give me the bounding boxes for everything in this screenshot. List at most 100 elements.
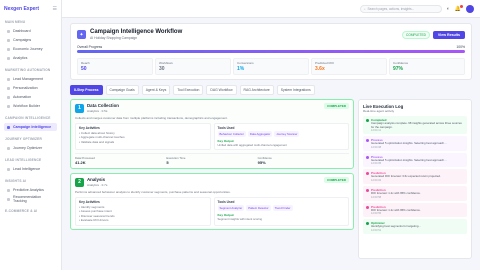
step-header: 1 Data Collection Analytics · 0.5s COMPLETE… <box>75 103 349 113</box>
tool-chips: Segment Analyzer Pattern Detector Trend Fi… <box>217 205 346 211</box>
sidebar-item-label: Campaign Intelligence <box>13 125 52 129</box>
sidebar-item[interactable]: Lead Management <box>4 75 57 83</box>
brand-name[interactable]: Nexgen Expert <box>4 6 39 12</box>
sidebar-item[interactable]: Journey Optimizer <box>4 144 57 152</box>
step-name: Analysis <box>87 177 106 182</box>
log-status-dot <box>366 119 369 122</box>
tab[interactable]: 8-Step Process <box>70 85 103 95</box>
sidebar-item[interactable]: Campaigns <box>4 36 57 44</box>
sidebar-item[interactable]: Automation <box>4 93 57 101</box>
tab[interactable]: RAG Architecture <box>239 85 274 95</box>
step-description: Collects and merges customer data from m… <box>75 116 228 120</box>
sidebar-item-label: Lead Intelligence <box>13 167 41 171</box>
log-time: 12:04:05 <box>371 162 382 166</box>
step-title-wrap: 1 Data Collection Analytics · 0.5s <box>75 103 119 113</box>
tab[interactable]: Tool Execution <box>173 85 204 95</box>
tools-box: Tools Used Segment Analyzer Pattern Detect… <box>213 197 349 226</box>
view-results-button[interactable]: View Results <box>432 30 465 39</box>
progress-value: 100% <box>456 45 465 49</box>
stat-label: Reach <box>81 61 90 65</box>
page-title: Campaign Intelligence Workflow <box>90 29 183 35</box>
stat-card: Conversions 1% <box>233 58 309 75</box>
bell-icon[interactable]: 🔔 <box>455 4 463 12</box>
sidebar-item-label: Automation <box>13 95 32 99</box>
nav-icon <box>7 197 10 201</box>
tab[interactable]: Campaign Goals <box>105 85 139 95</box>
sidebar-item[interactable]: Personalization <box>4 84 57 92</box>
log-status-dot <box>366 172 369 176</box>
log-entry: Completed Campaign analysis complete. 98 … <box>363 116 467 135</box>
log-time: 12:04:11 <box>371 129 381 133</box>
log-status-dot <box>366 188 369 192</box>
tool-chip: Data Aggregator <box>247 131 273 137</box>
tab[interactable]: Agent & Keys <box>141 85 171 95</box>
search-placeholder: Search pages, actions, insights... <box>367 6 415 11</box>
step-card: 1 Data Collection Analytics · 0.5s COMPLETE… <box>70 99 354 169</box>
log-body: Prediction Generated ROI forecast: 3.6x e… <box>371 171 441 182</box>
step-meta: Analytics · 0.5s <box>87 109 108 113</box>
activity-item: • Evaluate ROI drivers <box>79 218 109 223</box>
stat-value: 1% <box>237 66 245 72</box>
sidebar-item-label: Predictive Analytics <box>13 188 44 192</box>
notification-dot <box>460 4 463 8</box>
log-time: 12:04:08 <box>371 145 382 149</box>
avatar[interactable] <box>466 4 474 13</box>
log-status-dot <box>366 139 369 143</box>
sidebar-item[interactable]: Campaign Intelligence <box>4 123 57 131</box>
sidebar-item[interactable]: Analytics <box>4 54 57 62</box>
stat-value: 97% <box>393 66 404 72</box>
theme-toggle-icon[interactable]: ◐ <box>447 6 450 12</box>
log-entry: Prediction ROI forecast: 1.2x with 95% co… <box>363 202 467 218</box>
topbar: ⌕ Search pages, actions, insights... ◐ 🔔 <box>62 0 480 18</box>
log-time: 12:04:02 <box>371 178 382 182</box>
tool-chip: Segment Analyzer <box>217 205 245 211</box>
nav-icon <box>7 104 10 108</box>
main-content: ✦ Campaign Intelligence Workflow AI Holi… <box>62 18 480 270</box>
metric-value: 95% <box>257 160 266 165</box>
progress-label: Overall Progress <box>77 45 103 49</box>
sidebar-sections: MAIN MENU Dashboard Campaigns Economic Jour… <box>4 20 57 213</box>
search-input[interactable]: ⌕ Search pages, actions, insights... <box>359 4 442 13</box>
workflow-header: ✦ Campaign Intelligence Workflow AI Holi… <box>70 23 472 80</box>
sidebar-section-title: E-COMMERCE & AI <box>5 209 38 213</box>
app-root: Nexgen Expert ☰ MAIN MENU Dashboard Campai… <box>0 0 480 270</box>
log-time: 12:03:55 <box>371 212 382 216</box>
sidebar-item[interactable]: Dashboard <box>4 27 57 35</box>
metric: Execution Time 5 <box>166 156 257 165</box>
log-list: Completed Campaign analysis complete. 98 … <box>363 116 467 234</box>
log-time: 12:03:58 <box>371 195 382 199</box>
stat-label: Conversions <box>237 61 254 65</box>
nav-icon <box>7 95 10 99</box>
sidebar-item[interactable]: Predictive Analytics <box>4 186 57 194</box>
log-entry: Optimizer Identifying best segments for t… <box>363 219 467 234</box>
log-body: Process Generated 5 optimization insights… <box>371 138 447 149</box>
sidebar-item-label: Lead Management <box>13 77 43 81</box>
sidebar-section-title: INSIGHTS AI <box>5 179 27 183</box>
sidebar-item-label: Economic Journey <box>13 47 43 51</box>
tool-chip: Pattern Detector <box>246 205 271 211</box>
log-entry: Process Generated 5 optimization insights… <box>363 152 467 168</box>
sidebar-item[interactable]: Economic Journey <box>4 45 57 53</box>
step-title-block: Analysis Analytics · 0.7s <box>87 177 107 187</box>
log-time: 12:03:51 <box>371 228 382 232</box>
key-activities-box: Key Activities • Identify segments • Asses… <box>75 197 211 226</box>
sidebar-item[interactable]: Recommendation Tracking <box>4 195 57 203</box>
nav-icon <box>7 188 10 192</box>
tab[interactable]: DAG Workflow <box>206 85 237 95</box>
step-body: Key Activities • Identify segments • Asses… <box>75 197 349 226</box>
step-body: Key Activities • Collect data about histo… <box>75 123 349 150</box>
log-entry: Process Generated 5 optimization insights… <box>363 136 467 151</box>
tab[interactable]: System Integrations <box>276 85 315 95</box>
step-name: Data Collection <box>87 103 119 108</box>
log-entry: Prediction ROI forecast: 1.2x with 95% co… <box>363 185 467 201</box>
nav-icon <box>7 38 10 42</box>
collapse-menu-icon[interactable]: ☰ <box>53 6 57 12</box>
log-text: Generated 5 optimization insights. Selec… <box>371 157 447 162</box>
log-text: Generated 5 optimization insights. Selec… <box>371 141 447 146</box>
sidebar-item[interactable]: Workflow Builder <box>4 102 57 110</box>
step-meta: Analytics · 0.7s <box>87 183 108 187</box>
box-title: Tools Used <box>217 200 235 204</box>
sidebar-item[interactable]: Lead Intelligence <box>4 165 57 173</box>
nav-icon <box>7 146 10 150</box>
sidebar-item-label: Campaigns <box>13 38 32 42</box>
